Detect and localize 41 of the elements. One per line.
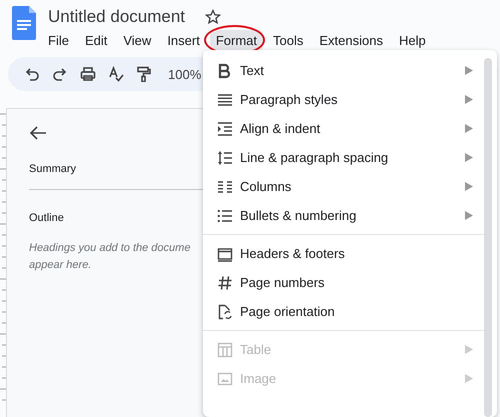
page-rotate-icon	[217, 304, 233, 320]
print-icon[interactable]	[80, 66, 96, 82]
columns-icon	[217, 178, 233, 194]
outline-label: Outline	[29, 212, 65, 224]
paint-format-icon[interactable]	[136, 66, 152, 82]
menu-item[interactable]: File	[42, 30, 75, 51]
menu-option[interactable]: Paragraph styles	[203, 85, 483, 114]
lines-icon	[217, 92, 233, 108]
menu-option[interactable]: Line & paragraph spacing	[203, 143, 483, 172]
spellcheck-icon[interactable]	[108, 66, 124, 82]
hash-icon	[217, 274, 233, 290]
menu-option[interactable]: Bullets & numbering	[203, 201, 483, 230]
outline-hint-text: Headings you add to the docume appear here.	[29, 241, 192, 273]
summary-label: Summary	[29, 163, 78, 175]
bold-icon	[217, 62, 233, 78]
zoom-selector[interactable]: 100%	[168, 66, 202, 82]
menu-option[interactable]: Headers & footers	[203, 239, 483, 268]
menu-item[interactable]: Format	[210, 30, 263, 51]
back-arrow-icon[interactable]	[29, 125, 47, 141]
menu-option[interactable]: Columns	[203, 172, 483, 201]
redo-icon[interactable]	[52, 66, 68, 82]
menu-item[interactable]: Insert	[161, 30, 206, 51]
document-title[interactable]: Untitled document	[48, 7, 186, 27]
menu-item[interactable]: Edit	[78, 30, 114, 51]
table-icon	[217, 342, 233, 358]
indent-icon	[217, 120, 233, 136]
menu-option[interactable]: Page orientation	[203, 297, 483, 326]
menu-option[interactable]: Page numbers	[203, 268, 483, 297]
menu-item[interactable]: Tools	[267, 30, 310, 51]
menu-item[interactable]: View	[117, 30, 158, 51]
star-icon[interactable]	[205, 9, 222, 25]
line-spacing-icon	[217, 150, 233, 166]
menu-item[interactable]: Help	[392, 30, 432, 51]
image-icon	[217, 370, 233, 386]
undo-icon[interactable]	[24, 66, 40, 82]
menu-option[interactable]: Align & indent	[203, 114, 483, 143]
menu-option[interactable]: Text	[203, 56, 483, 85]
menu-item[interactable]: Extensions	[313, 30, 389, 51]
bulleted-list-icon	[217, 208, 233, 224]
scrollbar[interactable]	[484, 58, 492, 417]
header-footer-icon	[217, 246, 233, 262]
